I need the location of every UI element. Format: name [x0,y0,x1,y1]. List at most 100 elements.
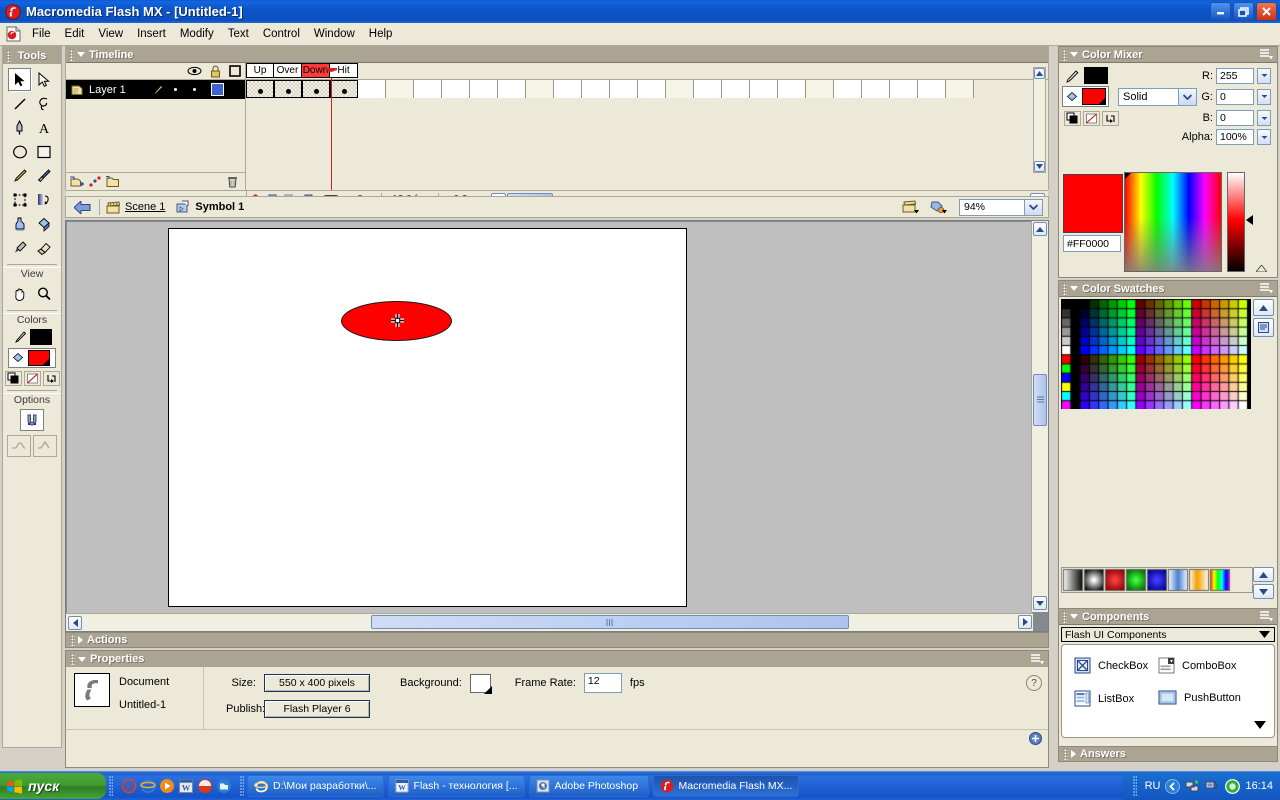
help-icon[interactable]: ? [1026,675,1042,691]
fill-style-select[interactable]: Solid [1118,87,1198,106]
frame-cell[interactable] [358,80,386,98]
taskbar-item-flash[interactable]: Macromedia Flash MX... [652,775,800,797]
menu-edit[interactable]: Edit [58,26,92,42]
lock-icon[interactable] [210,65,221,78]
text-tool[interactable]: A [32,116,56,140]
stroke-color-swatch[interactable] [29,329,52,345]
panel-grip[interactable] [6,49,11,62]
frame-cell[interactable] [890,80,918,98]
keyframe-over[interactable] [274,80,302,98]
stage-horizontal-scrollbar[interactable] [66,613,1033,631]
eyedropper-tool[interactable] [8,236,32,260]
stage-canvas[interactable] [168,228,687,607]
chevron-down-icon[interactable] [1070,286,1078,291]
subselection-tool[interactable] [32,68,56,92]
eraser-tool[interactable] [32,236,56,260]
stage-vscroll-thumb[interactable] [1033,374,1047,426]
panel-grip[interactable] [70,634,75,646]
mixer-fill-swatch[interactable] [1082,88,1106,105]
playhead-marker[interactable] [326,63,337,72]
brightness-slider-handle[interactable] [1246,215,1254,225]
free-transform-tool[interactable] [8,188,32,212]
stage-scroll-right[interactable] [1018,615,1032,629]
menu-help[interactable]: Help [362,26,400,42]
color-spectrum-picker[interactable] [1124,172,1222,272]
b-input[interactable]: 0 [1216,110,1254,126]
volume-icon[interactable] [1205,779,1220,793]
gradient-swatch-strip[interactable] [1061,567,1253,593]
menu-text[interactable]: Text [221,26,256,42]
frame-cell[interactable] [526,80,554,98]
timeline-scroll-down[interactable] [1034,161,1045,172]
layer-row[interactable]: Layer 1 [66,80,245,99]
alpha-stepper[interactable] [1257,129,1271,145]
chevron-down-icon[interactable] [77,52,85,57]
component-list[interactable]: CheckBox ListBox ComboBox PushButton [1061,644,1275,738]
black-white-icon[interactable] [4,371,22,386]
menu-window[interactable]: Window [307,26,362,42]
menu-view[interactable]: View [91,26,130,42]
smooth-icon[interactable] [7,435,31,457]
frame-rate-input[interactable]: 12 [583,673,622,693]
gradient-scroll-down[interactable] [1253,584,1274,599]
chevron-down-icon[interactable] [1070,614,1078,619]
tray-grip[interactable] [1132,776,1137,796]
keyframe-up[interactable] [246,80,274,98]
panel-grip[interactable] [1063,748,1068,760]
chevron-right-icon[interactable] [1071,750,1076,758]
stage-scroll-up[interactable] [1033,222,1047,236]
insert-layer-icon[interactable] [69,175,85,189]
chevron-down-icon[interactable] [1024,199,1042,215]
task-list-grip[interactable] [240,776,244,796]
actions-panel[interactable]: Actions [65,632,1049,648]
panel-options-icon[interactable] [1260,611,1273,622]
state-up[interactable]: Up [246,63,274,78]
close-button[interactable] [1256,2,1277,21]
frame-cell[interactable] [554,80,582,98]
chevron-down-icon[interactable] [78,656,86,662]
lasso-tool[interactable] [32,92,56,116]
state-over[interactable]: Over [274,63,302,78]
background-color-swatch[interactable] [469,673,492,694]
straighten-icon[interactable] [33,435,57,457]
taskbar-item-photoshop[interactable]: Adobe Photoshop [528,775,649,797]
zoom-tool[interactable] [32,282,56,306]
breadcrumb-symbol[interactable]: Symbol 1 [195,201,244,213]
back-arrow-icon[interactable] [74,200,91,214]
color-swatch-grid[interactable] [1061,299,1251,409]
swap-colors-icon[interactable] [42,371,60,386]
frame-cell[interactable] [694,80,722,98]
hex-color-input[interactable]: #FF0000 [1063,235,1121,252]
no-color-icon[interactable] [23,371,41,386]
pencil-tool[interactable] [8,164,32,188]
frame-cell[interactable] [638,80,666,98]
snap-to-objects-icon[interactable] [20,409,44,431]
publish-settings-button[interactable]: Flash Player 6 [264,700,370,718]
mixer-stroke-swatch[interactable] [1084,67,1108,84]
empty-frames[interactable] [358,80,974,99]
menu-modify[interactable]: Modify [173,26,221,42]
edit-scene-icon[interactable] [901,199,921,215]
chevron-right-icon[interactable] [78,636,83,644]
panel-options-icon[interactable] [1260,283,1273,294]
swatches-scroll-up[interactable] [1253,299,1274,316]
g-stepper[interactable] [1257,88,1271,105]
component-checkbox[interactable]: CheckBox [1074,657,1148,674]
minimize-button[interactable] [1210,2,1231,21]
shield-icon[interactable] [1225,778,1241,794]
taskbar-item-word[interactable]: W Flash - технология [... [387,775,525,797]
timeline-scroll-up[interactable] [1034,68,1045,79]
b-stepper[interactable] [1257,110,1271,126]
word-icon[interactable]: W [178,778,194,794]
restore-button[interactable] [1233,2,1254,21]
black-white-icon[interactable] [1064,110,1081,126]
component-listbox[interactable]: ListBox [1074,690,1148,707]
media-player-icon[interactable] [159,778,175,794]
layer-lock-dot[interactable] [192,88,196,91]
panel-grip[interactable] [1062,48,1067,61]
edit-symbols-icon[interactable] [929,199,949,215]
menu-control[interactable]: Control [256,26,307,42]
menu-insert[interactable]: Insert [130,26,173,42]
chevron-down-icon[interactable] [1070,52,1078,57]
chevron-down-icon[interactable] [1259,629,1270,641]
